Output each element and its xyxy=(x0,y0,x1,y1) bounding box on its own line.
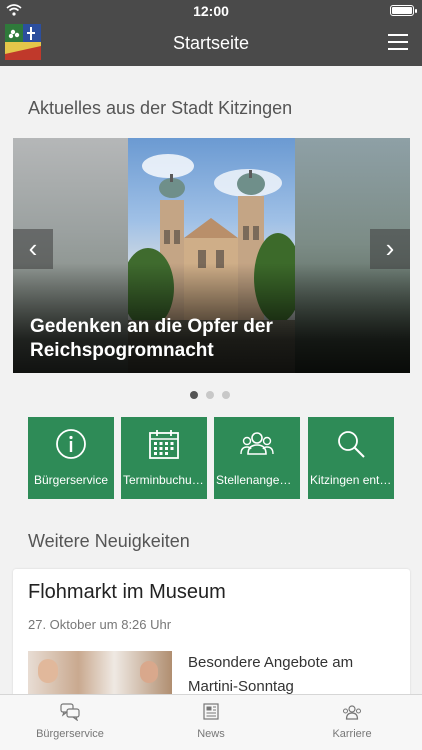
page-title: Startseite xyxy=(172,33,250,53)
chevron-left-icon[interactable]: ‹ xyxy=(13,229,53,269)
info-icon xyxy=(56,429,86,459)
more-news-title: Weitere Neuigkeiten xyxy=(28,531,190,551)
battery-icon xyxy=(390,5,417,16)
tile-label: Kitzingen entdecken xyxy=(310,473,394,487)
news-card-teaser[interactable]: Besondere Angebote am Martini-Sonntag xyxy=(188,651,398,694)
carousel-caption[interactable]: Gedenken an die Opfer der Reichspogromna… xyxy=(30,315,330,363)
tile-stellenangebote[interactable]: Stellenangebote xyxy=(214,417,300,499)
page-dot[interactable] xyxy=(206,391,214,399)
tile-kitzingen-entdecken[interactable]: Kitzingen entdecken xyxy=(308,417,394,499)
page-dot-active[interactable] xyxy=(190,391,198,399)
chat-bubbles-icon xyxy=(60,703,80,721)
main-content: Aktuelles aus der Stadt Kitzingen Gedenk… xyxy=(0,66,422,694)
tab-bar: Bürgerservice News Karriere xyxy=(0,694,422,750)
tab-buergerservice[interactable]: Bürgerservice xyxy=(0,695,140,750)
top-bar: 12:00 Startseite xyxy=(0,0,422,66)
tab-news[interactable]: News xyxy=(141,695,281,750)
newspaper-icon xyxy=(203,703,219,720)
news-carousel[interactable]: Gedenken an die Opfer der Reichspogromna… xyxy=(13,138,410,373)
tile-terminbuchung[interactable]: Terminbuchung xyxy=(121,417,207,499)
tile-label: Terminbuchung xyxy=(123,473,206,487)
news-section-title: Aktuelles aus der Stadt Kitzingen xyxy=(28,98,293,118)
chevron-right-icon[interactable]: › xyxy=(370,229,410,269)
tile-label: Stellenangebote xyxy=(216,473,300,487)
tile-buergerservice[interactable]: Bürgerservice xyxy=(28,417,114,499)
tab-label: Bürgerservice xyxy=(36,728,104,740)
status-time: 12:00 xyxy=(193,3,229,19)
calendar-icon xyxy=(149,430,179,459)
hamburger-menu-icon[interactable] xyxy=(388,33,410,51)
tab-label: Karriere xyxy=(332,728,372,740)
tab-label: News xyxy=(197,728,225,740)
tile-label: Bürgerservice xyxy=(33,473,109,487)
search-icon xyxy=(338,431,365,458)
carousel-page-indicator[interactable] xyxy=(190,391,240,401)
news-card-date: 27. Oktober um 8:26 Uhr xyxy=(28,617,172,632)
news-card-title[interactable]: Flohmarkt im Museum xyxy=(28,581,226,604)
people-icon xyxy=(240,432,274,455)
page-dot[interactable] xyxy=(222,391,230,399)
quick-access-tiles: Bürgerservice Terminbuchung Stellenangeb… xyxy=(28,417,394,499)
news-card-thumbnail[interactable] xyxy=(28,651,172,694)
tab-karriere[interactable]: Karriere xyxy=(282,695,422,750)
news-card[interactable]: Flohmarkt im Museum 27. Oktober um 8:26 … xyxy=(13,569,410,694)
people-icon xyxy=(343,705,361,720)
